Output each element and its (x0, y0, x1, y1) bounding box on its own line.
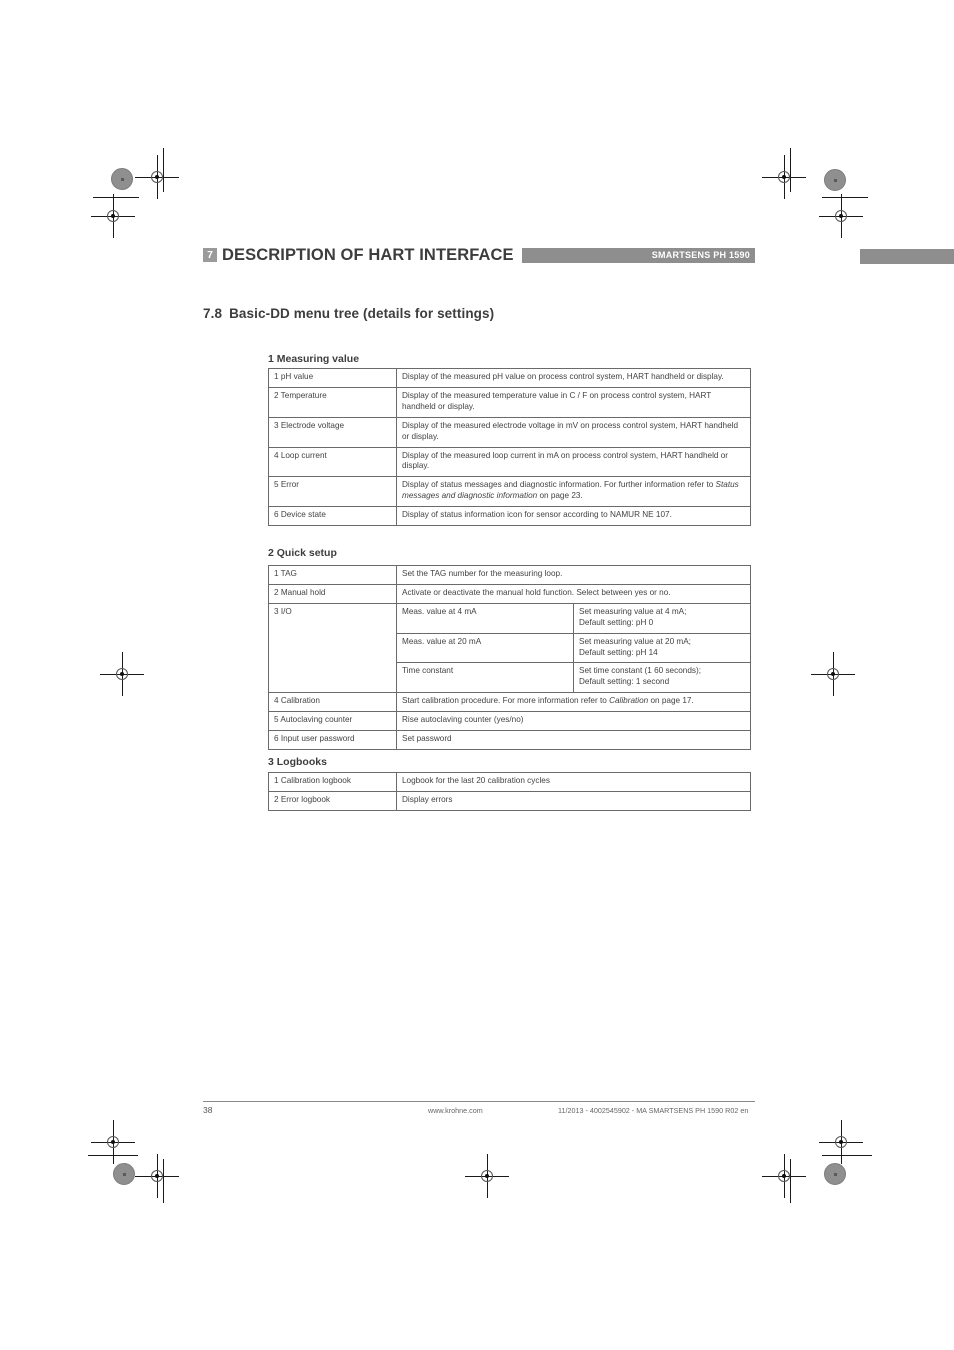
group-label-quick-setup: 2 Quick setup (268, 547, 337, 559)
table-row: 2 Temperature Display of the measured te… (268, 386, 751, 418)
registration-mark-top-right-b (819, 194, 863, 238)
header-bar-bleed (860, 249, 954, 264)
row-key: 1 TAG (268, 565, 397, 585)
row-key: 5 Error (268, 476, 397, 508)
running-header: 7 DESCRIPTION OF HART INTERFACE SMARTSEN… (203, 246, 755, 264)
table-measuring-value: 1 pH value Display of the measured pH va… (268, 368, 751, 527)
footer-website-url: www.krohne.com (428, 1106, 483, 1115)
registration-mark-bottom-right-a (819, 1120, 863, 1164)
crop-line-bl-h (88, 1155, 138, 1157)
desc-post: on page 17. (648, 696, 694, 706)
chapter-number-badge: 7 (203, 248, 217, 262)
registration-mark-bottom-right-b (762, 1154, 806, 1198)
row-key: 1 Calibration logbook (268, 772, 397, 792)
density-patch-top-left (111, 168, 133, 190)
row-desc: Display of the measured electrode voltag… (396, 416, 751, 448)
registration-mark-bottom-center (465, 1154, 509, 1198)
subrow-desc: Set time constant (1 60 seconds); Defaul… (573, 662, 751, 694)
header-product-bar: SMARTSENS PH 1590 (521, 247, 755, 263)
footer-document-reference: 11/2013 - 4002545902 - MA SMARTSENS PH 1… (558, 1106, 749, 1115)
row-desc: Set password (396, 730, 751, 750)
row-key: 6 Input user password (268, 730, 397, 750)
table-row: 6 Device state Display of status informa… (268, 506, 751, 527)
table-row: 3 I/O Meas. value at 4 mA Set measuring … (268, 602, 751, 694)
desc-pre: Display of status messages and diagnosti… (402, 480, 716, 490)
crop-line-tl-h (93, 197, 139, 199)
group-label-logbooks: 3 Logbooks (268, 756, 327, 768)
section-number: 7.8 (203, 306, 223, 321)
row-desc: Activate or deactivate the manual hold f… (396, 583, 751, 604)
registration-mark-mid-left (100, 652, 144, 696)
table-row: 1 pH value Display of the measured pH va… (268, 368, 751, 388)
row-key: 4 Calibration (268, 692, 397, 713)
row-desc: Logbook for the last 20 calibration cycl… (396, 772, 751, 792)
table-row: 2 Error logbook Display errors (268, 790, 751, 811)
table-row: 5 Autoclaving counter Rise autoclaving c… (268, 711, 751, 732)
crop-line-tr-h (822, 197, 868, 199)
section-title-text: Basic-DD menu tree (details for settings… (229, 306, 495, 321)
subrow-name: Meas. value at 20 mA (396, 632, 574, 664)
row-key: 2 Error logbook (268, 790, 397, 811)
table-row: 1 Calibration logbook Logbook for the la… (268, 772, 751, 792)
density-patch-bottom-left (113, 1163, 135, 1185)
row-desc: Start calibration procedure. For more in… (396, 692, 751, 713)
subrow-name: Time constant (396, 662, 574, 694)
group-label-measuring-value: 1 Measuring value (268, 353, 360, 365)
registration-mark-top-left-a (135, 155, 179, 199)
document-page: 7 DESCRIPTION OF HART INTERFACE SMARTSEN… (0, 0, 954, 1350)
table-row: 4 Loop current Display of the measured l… (268, 446, 751, 478)
row-desc: Display errors (396, 790, 751, 811)
table-row: 6 Input user password Set password (268, 730, 751, 750)
footer-divider (203, 1101, 755, 1102)
table-row: 2 Manual hold Activate or deactivate the… (268, 583, 751, 604)
chapter-title: DESCRIPTION OF HART INTERFACE (222, 245, 514, 264)
row-desc: Display of the measured pH value on proc… (396, 368, 751, 388)
row-key: 1 pH value (268, 368, 397, 388)
row-desc: Display of status messages and diagnosti… (396, 476, 751, 508)
desc-pre: Start calibration procedure. For more in… (402, 696, 610, 706)
row-desc: Display of status information icon for s… (396, 506, 751, 527)
table-logbooks: 1 Calibration logbook Logbook for the la… (268, 772, 751, 811)
row-key: 2 Temperature (268, 386, 397, 418)
registration-mark-top-left-b (91, 194, 135, 238)
row-key: 2 Manual hold (268, 583, 397, 604)
registration-mark-bottom-left-b (135, 1154, 179, 1198)
row-desc: Display of the measured temperature valu… (396, 386, 751, 418)
subrow-desc: Set measuring value at 4 mA; Default set… (573, 602, 751, 634)
table-quick-setup: 1 TAG Set the TAG number for the measuri… (268, 565, 751, 750)
crop-line-br-h (822, 1155, 872, 1157)
row-desc: Rise autoclaving counter (yes/no) (396, 711, 751, 732)
registration-mark-bottom-left-a (91, 1120, 135, 1164)
row-key: 3 Electrode voltage (268, 416, 397, 448)
row-key: 4 Loop current (268, 446, 397, 478)
desc-emphasis: Calibration (609, 696, 649, 706)
density-patch-top-right (824, 169, 846, 191)
row-key: 6 Device state (268, 506, 397, 527)
table-row: 3 Electrode voltage Display of the measu… (268, 416, 751, 448)
registration-mark-top-right-a (762, 155, 806, 199)
row-desc: Display of the measured loop current in … (396, 446, 751, 478)
table-row: 5 Error Display of status messages and d… (268, 476, 751, 508)
subrow-desc: Set measuring value at 20 mA; Default se… (573, 632, 751, 664)
density-patch-bottom-right (824, 1163, 846, 1185)
product-tag-label: SMARTSENS PH 1590 (651, 250, 750, 260)
table-row: 4 Calibration Start calibration procedur… (268, 692, 751, 713)
desc-post: on page 23. (537, 491, 583, 501)
footer-page-number: 38 (203, 1105, 213, 1115)
table-row: 1 TAG Set the TAG number for the measuri… (268, 565, 751, 585)
subrow-name: Meas. value at 4 mA (396, 602, 574, 634)
row-key: 3 I/O (268, 602, 397, 694)
row-desc: Set the TAG number for the measuring loo… (396, 565, 751, 585)
section-heading: 7.8 Basic-DD menu tree (details for setti… (203, 306, 494, 321)
row-key: 5 Autoclaving counter (268, 711, 397, 732)
registration-mark-mid-right (811, 652, 855, 696)
